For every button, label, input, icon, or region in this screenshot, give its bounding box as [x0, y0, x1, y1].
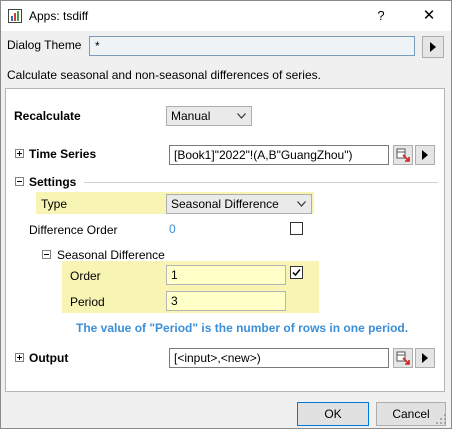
resize-grip-icon[interactable] — [435, 413, 447, 425]
difference-order-label: Difference Order — [29, 223, 118, 237]
play-icon — [422, 353, 428, 363]
collapse-seasonal-icon[interactable] — [42, 250, 51, 259]
output-input[interactable]: [<input>,<new>) — [169, 348, 389, 368]
expand-time-series-icon[interactable] — [15, 149, 24, 158]
difference-order-checkbox[interactable] — [290, 222, 303, 235]
period-info-note: The value of "Period" is the number of r… — [76, 321, 409, 335]
expand-output-icon[interactable] — [15, 353, 24, 362]
dialog-theme-label: Dialog Theme — [7, 38, 82, 52]
dialog-theme-input[interactable]: * — [89, 36, 415, 56]
collapse-settings-icon[interactable] — [15, 177, 24, 186]
dialog-theme-menu-button[interactable] — [422, 36, 444, 58]
chevron-down-icon — [297, 201, 306, 207]
type-label: Type — [41, 197, 68, 211]
select-range-icon — [396, 148, 410, 162]
settings-label: Settings — [29, 175, 77, 189]
type-select[interactable]: Seasonal Difference — [166, 194, 312, 214]
time-series-label: Time Series — [29, 147, 97, 161]
type-value: Seasonal Difference — [171, 197, 279, 211]
checkmark-icon — [292, 269, 301, 277]
dialog-window: Apps: tsdiff ? ✕ Dialog Theme * Calculat… — [0, 0, 452, 429]
order-label: Order — [70, 269, 101, 283]
play-icon — [422, 150, 428, 160]
order-input[interactable]: 1 — [166, 265, 286, 285]
window-title: Apps: tsdiff — [29, 9, 89, 23]
help-button[interactable]: ? — [371, 6, 391, 26]
ok-button[interactable]: OK — [297, 402, 369, 426]
output-menu-button[interactable] — [415, 348, 435, 368]
difference-order-value[interactable]: 0 — [169, 222, 176, 236]
settings-divider — [84, 182, 438, 183]
time-series-input[interactable]: [Book1]"2022"!(A,B"GuangZhou") — [169, 145, 389, 165]
select-range-button[interactable] — [393, 145, 413, 165]
recalculate-label: Recalculate — [14, 109, 81, 123]
recalculate-select[interactable]: Manual — [166, 106, 252, 126]
app-icon — [8, 9, 22, 23]
description-text: Calculate seasonal and non-seasonal diff… — [7, 68, 321, 82]
order-checkbox[interactable] — [290, 266, 303, 279]
output-label: Output — [29, 351, 69, 365]
play-icon — [430, 42, 436, 52]
period-label: Period — [70, 295, 105, 309]
output-select-range-button[interactable] — [393, 348, 413, 368]
select-range-icon — [396, 351, 410, 365]
chevron-down-icon — [237, 113, 246, 119]
time-series-menu-button[interactable] — [415, 145, 435, 165]
title-bar: Apps: tsdiff ? ✕ — [1, 1, 451, 31]
close-button[interactable]: ✕ — [419, 6, 439, 26]
seasonal-difference-label: Seasonal Difference — [57, 248, 165, 262]
recalculate-value: Manual — [171, 109, 211, 123]
settings-panel: Recalculate Manual Time Series [Book1]"2… — [5, 88, 445, 392]
period-input[interactable]: 3 — [166, 291, 286, 311]
